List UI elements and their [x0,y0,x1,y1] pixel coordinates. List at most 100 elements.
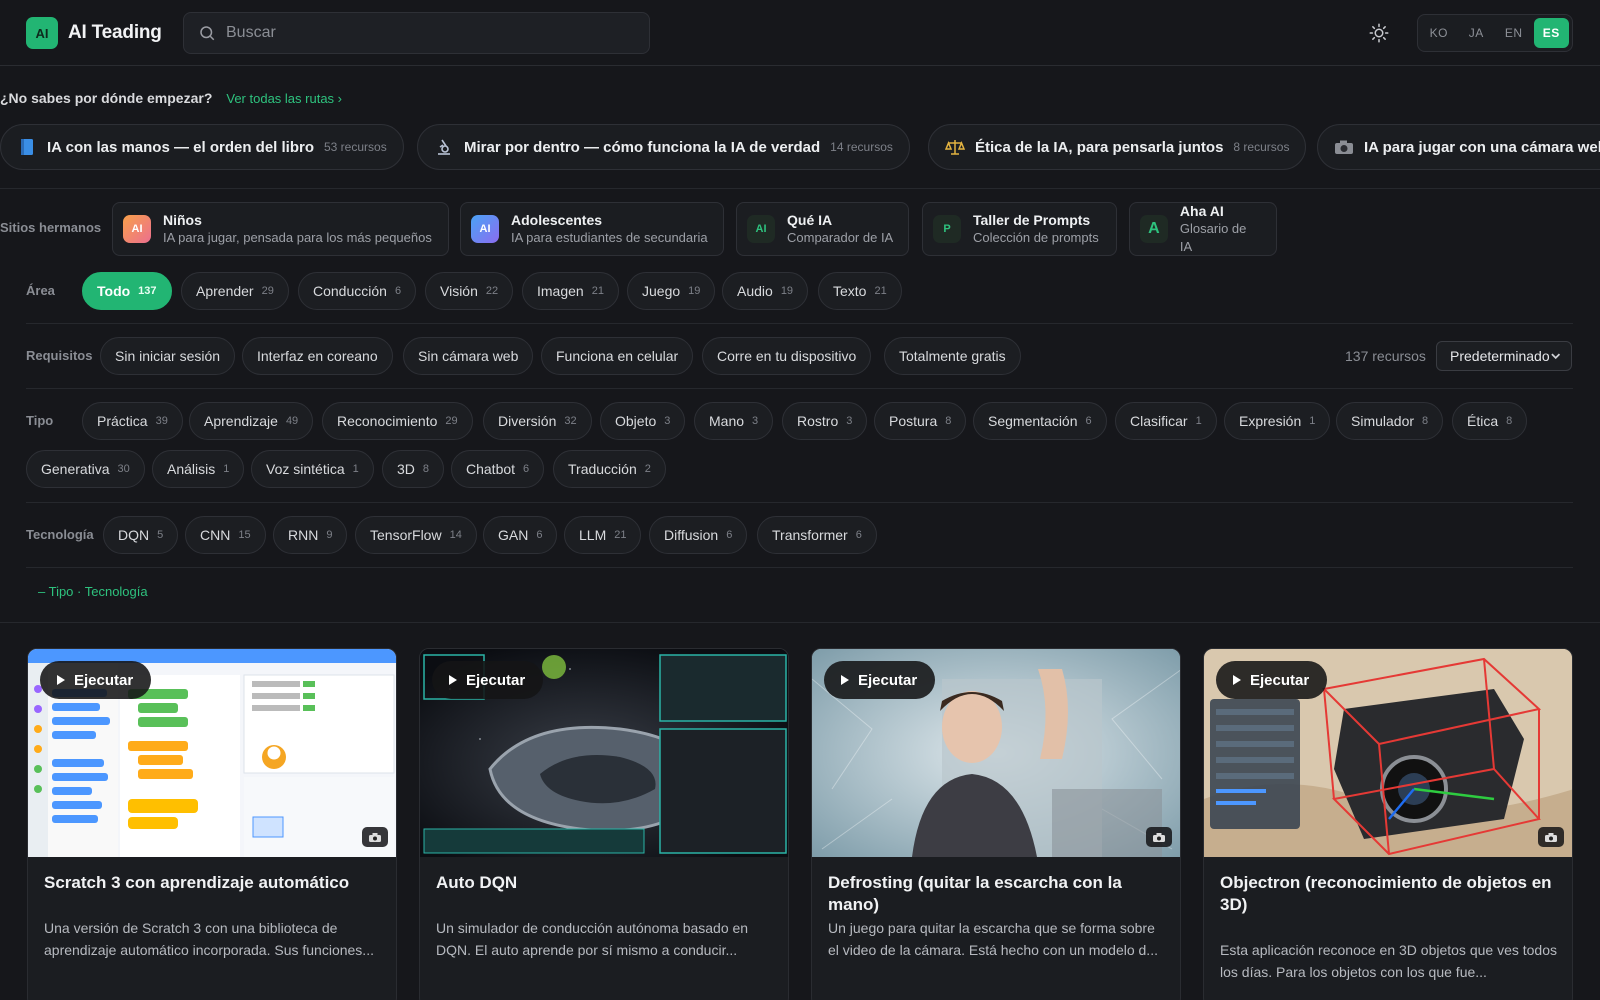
requirement-chip[interactable]: Interfaz en coreano [242,337,393,375]
path-chip[interactable]: Mirar por dentro — cómo funciona la IA d… [417,124,910,170]
sister-site-prompts[interactable]: P Taller de Prompts Colección de prompts [922,202,1117,256]
lang-ko-button[interactable]: KO [1421,18,1457,48]
sister-site-aha-ai[interactable]: A Aha AI Glosario de IA [1129,202,1277,256]
theme-toggle-button[interactable] [1366,20,1392,46]
run-label: Ejecutar [466,671,526,689]
tech-chip[interactable]: Transformer 6 [757,516,877,554]
card-thumbnail: Ejecutar [1204,649,1572,857]
search-box[interactable] [183,12,650,54]
collapse-filters-link[interactable]: – Tipo · Tecnología [38,584,148,599]
chip-label: Mano [709,413,745,429]
sister-site-kids[interactable]: AI Niños IA para jugar, pensada para los … [112,202,449,256]
run-button[interactable]: Ejecutar [432,661,544,699]
chip-label: Imagen [537,283,584,299]
type-chip[interactable]: Clasificar 1 [1115,402,1217,440]
area-chip[interactable]: Audio 19 [722,272,809,310]
chip-count: 8 [1422,415,1429,427]
chip-count: 6 [536,529,543,541]
requirement-chip[interactable]: Sin cámara web [403,337,534,375]
type-chip[interactable]: Voz sintética 1 [251,450,374,488]
requirement-chip[interactable]: Totalmente gratis [884,337,1021,375]
lang-ja-button[interactable]: JA [1459,18,1495,48]
type-chip[interactable]: Generativa 30 [26,450,145,488]
type-chip[interactable]: Diversión 32 [483,402,592,440]
type-chip[interactable]: Segmentación 6 [973,402,1107,440]
requirement-chip[interactable]: Sin iniciar sesión [100,337,236,375]
sister-site-teens[interactable]: AI Adolescentes IA para estudiantes de se… [460,202,724,256]
type-chip[interactable]: Ética 8 [1452,402,1528,440]
see-all-paths-link[interactable]: Ver todas las rutas › [226,91,342,106]
chip-count: 32 [564,415,577,427]
webcam-badge-icon [1538,827,1564,847]
chip-count: 8 [422,463,430,475]
resource-card[interactable]: Ejecutar Auto DQN Un simulador de conduc… [419,648,789,1000]
path-count: 8 recursos [1233,140,1290,154]
tech-chip[interactable]: CNN 15 [185,516,266,554]
brand-logo[interactable]: AI AI Teading [26,17,162,49]
sister-site-que-ia[interactable]: AI Qué IA Comparador de IA [736,202,909,256]
path-chip[interactable]: Ética de la IA, para pensarla juntos 8 r… [928,124,1307,170]
chip-count: 3 [664,415,671,427]
chip-label: CNN [200,527,231,543]
tech-chip[interactable]: LLM 21 [564,516,642,554]
chip-label: Todo [97,283,131,299]
area-chip-all[interactable]: Todo 137 [82,272,172,310]
type-chip[interactable]: Mano 3 [694,402,774,440]
search-input[interactable] [226,24,626,42]
area-chip[interactable]: Conducción 6 [298,272,417,310]
run-button[interactable]: Ejecutar [824,661,936,699]
type-chip[interactable]: Rostro 3 [782,402,868,440]
tech-chip[interactable]: DQN 5 [103,516,179,554]
path-chip[interactable]: IA para jugar con una cámara web [1317,124,1600,170]
tech-chip[interactable]: Diffusion 6 [649,516,748,554]
language-switcher: KO JA EN ES [1417,14,1573,52]
type-chip[interactable]: Reconocimiento 29 [322,402,473,440]
resource-card[interactable]: Ejecutar Objectron (reconocimiento de ob… [1203,648,1573,1000]
sister-sites-label: Sitios hermanos [0,220,102,235]
camera-icon [1334,137,1354,157]
type-chip[interactable]: Aprendizaje 49 [189,402,314,440]
area-chip[interactable]: Texto 21 [818,272,902,310]
type-chip[interactable]: Objeto 3 [600,402,686,440]
tech-chip[interactable]: GAN 6 [483,516,558,554]
microscope-icon [434,137,454,157]
run-button[interactable]: Ejecutar [40,661,152,699]
chip-count: 19 [688,285,701,297]
type-chip[interactable]: Análisis 1 [152,450,245,488]
resource-card[interactable]: Ejecutar Scratch 3 con aprendizaje autom… [27,648,397,1000]
type-chip[interactable]: Chatbot 6 [451,450,545,488]
area-chip[interactable]: Aprender 29 [181,272,289,310]
type-chip[interactable]: Postura 8 [874,402,967,440]
brand-name: AI Teading [68,22,162,43]
chip-label: 3D [397,461,415,477]
chip-count: 6 [726,529,733,541]
chip-count: 6 [394,285,402,297]
type-chip[interactable]: Práctica 39 [82,402,183,440]
run-button[interactable]: Ejecutar [1216,661,1328,699]
type-chip[interactable]: Expresión 1 [1224,402,1331,440]
chip-count: 8 [1506,415,1513,427]
requirement-chip[interactable]: Funciona en celular [541,337,694,375]
area-chip[interactable]: Juego 19 [627,272,716,310]
path-chip[interactable]: IA con las manos — el orden del libro 53… [0,124,404,170]
run-label: Ejecutar [74,671,134,689]
sister-title: Niños [163,212,202,228]
lang-es-button[interactable]: ES [1533,18,1569,48]
area-chip[interactable]: Visión 22 [425,272,514,310]
divider [26,388,1573,389]
type-chip[interactable]: Traducción 2 [553,450,666,488]
type-chip[interactable]: Simulador 8 [1336,402,1444,440]
chip-label: Aprendizaje [204,413,278,429]
chip-label: Voz sintética [266,461,345,477]
type-chip[interactable]: 3D 8 [382,450,445,488]
result-count: 137 recursos [1345,348,1426,364]
lang-en-button[interactable]: EN [1496,18,1532,48]
sort-select[interactable]: Predeterminado [1436,341,1572,371]
chip-count: 29 [261,285,274,297]
area-chip[interactable]: Imagen 21 [522,272,619,310]
tech-chip[interactable]: RNN 9 [273,516,348,554]
sister-subtitle: IA para jugar, pensada para los más pequ… [163,230,432,245]
requirement-chip[interactable]: Corre en tu dispositivo [702,337,872,375]
resource-card[interactable]: Ejecutar Defrosting (quitar la escarcha … [811,648,1181,1000]
tech-chip[interactable]: TensorFlow 14 [355,516,477,554]
